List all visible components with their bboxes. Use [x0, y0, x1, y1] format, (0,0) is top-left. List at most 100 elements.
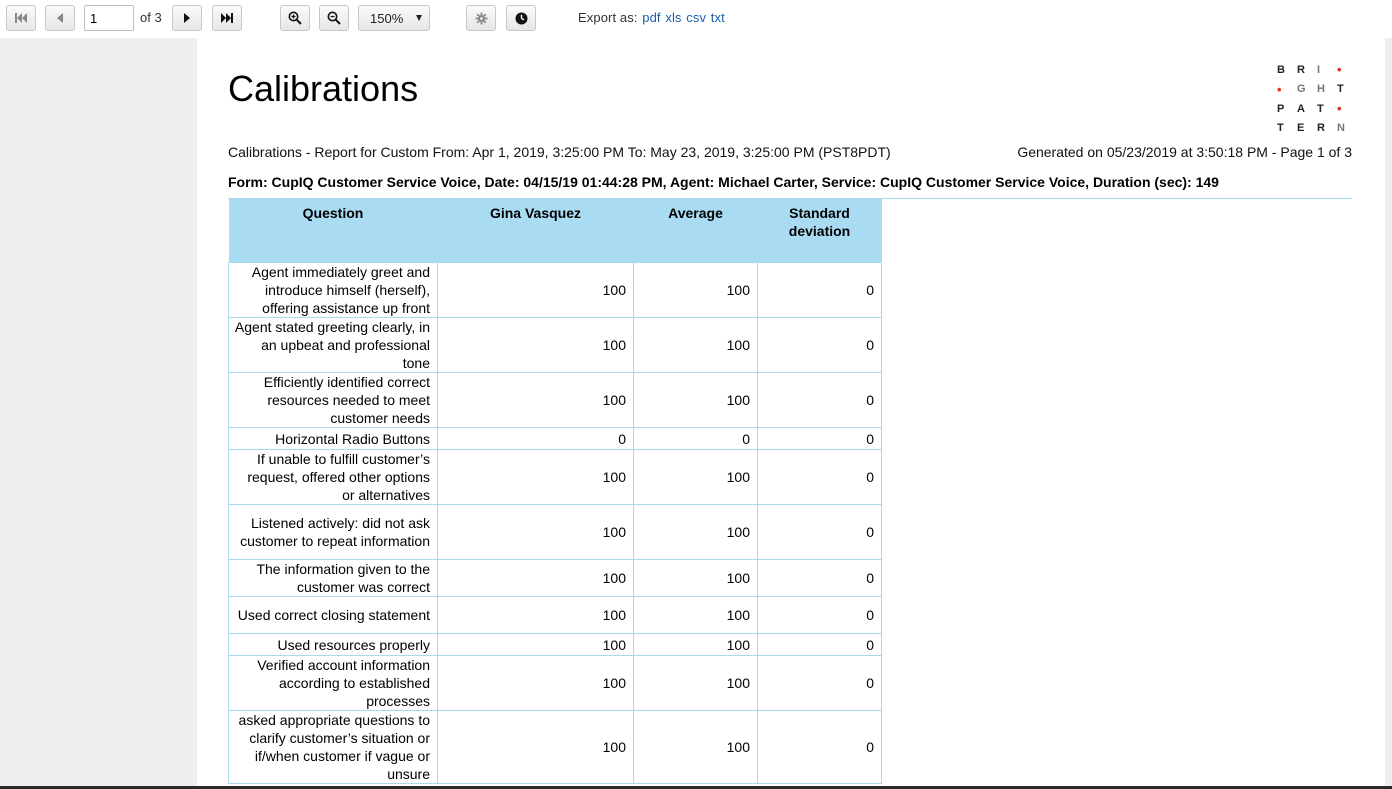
logo-dot: • — [1277, 81, 1282, 97]
table-row: Horizontal Radio Buttons 0 0 0 — [228, 427, 882, 450]
gear-icon — [475, 12, 487, 24]
gina-score-cell: 100 — [437, 317, 634, 373]
stddev-cell: 0 — [757, 262, 882, 318]
report-toolbar: of 3 150% — [0, 0, 1392, 38]
question-cell: The information given to the customer wa… — [228, 559, 438, 597]
average-cell: 100 — [633, 596, 758, 634]
logo-letter: I — [1317, 63, 1321, 76]
zoom-out-button[interactable] — [319, 5, 349, 31]
question-cell: Efficiently identified correct resources… — [228, 372, 438, 428]
zoom-in-icon — [288, 11, 302, 25]
stddev-cell: 0 — [757, 633, 882, 656]
gina-score-cell: 100 — [437, 559, 634, 597]
export-csv-link[interactable]: csv — [686, 10, 706, 25]
question-cell: Used correct closing statement — [228, 596, 438, 634]
zoom-level-select[interactable]: 150% — [358, 5, 430, 31]
question-cell: Verified account information according t… — [228, 655, 438, 711]
question-cell: Used resources properly — [228, 633, 438, 656]
table-row: Used resources properly 100 100 0 — [228, 633, 882, 656]
average-cell: 0 — [633, 427, 758, 450]
last-page-icon — [221, 13, 233, 23]
table-row: asked appropriate questions to clarify c… — [228, 710, 882, 784]
logo-letter: N — [1337, 122, 1345, 135]
question-cell: If unable to fulfill customer’s request,… — [228, 449, 438, 505]
zoom-level-value: 150% — [370, 10, 404, 26]
table-row: Agent immediately greet and introduce hi… — [228, 262, 882, 318]
next-page-icon — [184, 13, 190, 23]
export-label: Export as: — [578, 10, 638, 25]
logo-letter: B — [1277, 63, 1285, 76]
gina-score-cell: 100 — [437, 262, 634, 318]
logo-letter: A — [1297, 102, 1305, 115]
logo-dot: • — [1337, 62, 1342, 78]
stddev-cell: 0 — [757, 710, 882, 784]
gina-score-cell: 100 — [437, 449, 634, 505]
gina-score-cell: 100 — [437, 504, 634, 560]
logo-letter: G — [1297, 83, 1306, 96]
report-title: Calibrations — [228, 68, 419, 109]
average-cell: 100 — [633, 262, 758, 318]
previous-page-button[interactable] — [45, 5, 75, 31]
stddev-cell: 0 — [757, 596, 882, 634]
average-cell: 100 — [633, 655, 758, 711]
stddev-cell: 0 — [757, 317, 882, 373]
clock-icon — [515, 12, 527, 24]
chevron-down-icon — [416, 15, 422, 21]
gina-score-cell: 100 — [437, 372, 634, 428]
report-subtitle: Calibrations - Report for Custom From: A… — [228, 144, 891, 160]
logo-letter: T — [1317, 102, 1324, 115]
table-header-row: Question Gina Vasquez Average Standard d… — [228, 199, 882, 263]
generated-on-label: Generated on 05/23/2019 at 3:50:18 PM - … — [1017, 144, 1352, 160]
table-row: Verified account information according t… — [228, 655, 882, 711]
table-row: If unable to fulfill customer’s request,… — [228, 449, 882, 505]
column-header-gina-vasquez: Gina Vasquez — [437, 199, 634, 263]
logo-letter: R — [1297, 63, 1305, 76]
export-pdf-link[interactable]: pdf — [642, 10, 660, 25]
gina-score-cell: 100 — [437, 633, 634, 656]
stddev-cell: 0 — [757, 372, 882, 428]
next-page-button[interactable] — [172, 5, 202, 31]
export-options: Export as: pdf xls csv txt — [578, 10, 725, 25]
gina-score-cell: 100 — [437, 710, 634, 784]
logo-letter: E — [1297, 122, 1305, 135]
zoom-out-icon — [327, 11, 341, 25]
gina-score-cell: 0 — [437, 427, 634, 450]
stddev-cell: 0 — [757, 559, 882, 597]
table-row: Efficiently identified correct resources… — [228, 372, 882, 428]
average-cell: 100 — [633, 317, 758, 373]
average-cell: 100 — [633, 633, 758, 656]
bright-pattern-logo: B R I • • G H T P A T • T E R N — [1277, 60, 1357, 138]
table-row: Agent stated greeting clearly, in an upb… — [228, 317, 882, 373]
zoom-in-button[interactable] — [280, 5, 310, 31]
viewer-background-left — [0, 38, 197, 789]
first-page-icon — [15, 13, 27, 23]
column-header-standard-deviation: Standard deviation — [757, 199, 882, 263]
average-cell: 100 — [633, 449, 758, 505]
gina-score-cell: 100 — [437, 596, 634, 634]
last-page-button[interactable] — [212, 5, 242, 31]
average-cell: 100 — [633, 559, 758, 597]
settings-button[interactable] — [466, 5, 496, 31]
form-details: Form: CupIQ Customer Service Voice, Date… — [228, 174, 1219, 190]
logo-letter: T — [1337, 83, 1344, 96]
stddev-cell: 0 — [757, 504, 882, 560]
page-number-input[interactable] — [84, 5, 134, 31]
calibration-table: Question Gina Vasquez Average Standard d… — [228, 199, 882, 784]
viewer-scrollbar-track[interactable] — [1385, 38, 1392, 789]
question-cell: Listened actively: did not ask customer … — [228, 504, 438, 560]
page-count-label: of 3 — [140, 10, 162, 25]
average-cell: 100 — [633, 710, 758, 784]
question-cell: Agent immediately greet and introduce hi… — [228, 262, 438, 318]
schedule-button[interactable] — [506, 5, 536, 31]
stddev-cell: 0 — [757, 655, 882, 711]
export-txt-link[interactable]: txt — [711, 10, 725, 25]
question-cell: Horizontal Radio Buttons — [228, 427, 438, 450]
first-page-button[interactable] — [6, 5, 36, 31]
table-row: The information given to the customer wa… — [228, 559, 882, 597]
logo-letter: H — [1317, 83, 1325, 96]
logo-letter: T — [1277, 122, 1284, 135]
report-page: Calibrations B R I • • G H T P A T • T E… — [197, 38, 1385, 786]
stddev-cell: 0 — [757, 449, 882, 505]
average-cell: 100 — [633, 504, 758, 560]
export-xls-link[interactable]: xls — [665, 10, 681, 25]
